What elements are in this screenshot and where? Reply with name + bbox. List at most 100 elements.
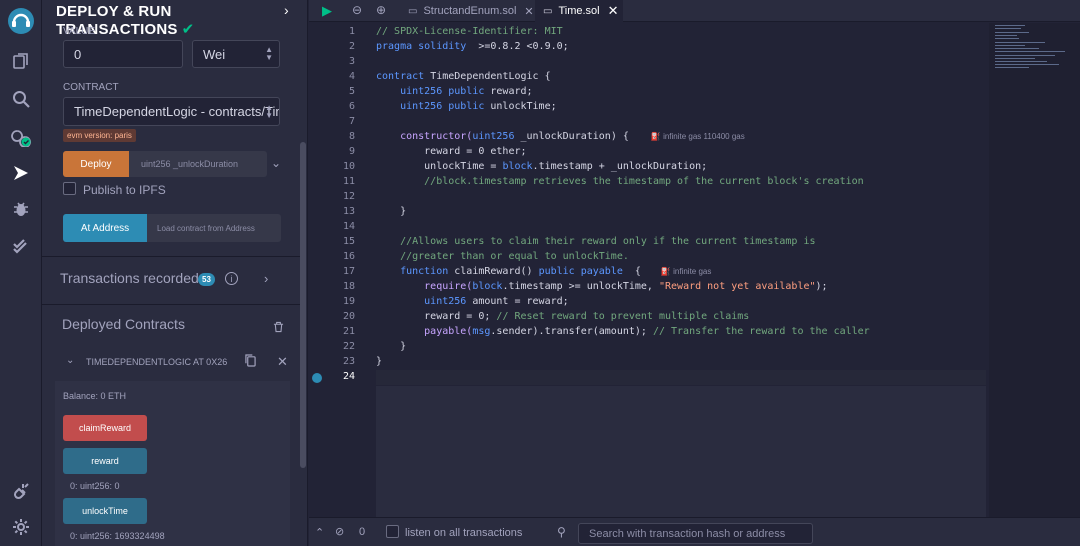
code-line[interactable]: reward = 0 ether; — [376, 146, 526, 157]
code-line[interactable]: payable(msg.sender).transfer(amount); //… — [376, 326, 870, 337]
code-line[interactable]: // SPDX-License-Identifier: MIT — [376, 26, 563, 37]
chevron-down-icon[interactable]: ⌄ — [271, 156, 281, 170]
listen-all-checkbox[interactable] — [386, 525, 399, 538]
code-line[interactable]: unlockTime = block.timestamp + _unlockDu… — [376, 161, 707, 172]
line-number[interactable]: 7 — [309, 116, 355, 127]
collapse-terminal-icon[interactable]: ⌃ — [315, 526, 324, 539]
code-line[interactable]: function claimReward() public payable {⛽… — [376, 266, 711, 277]
minimap-line — [995, 67, 1029, 68]
trash-icon[interactable] — [273, 320, 284, 338]
line-number[interactable]: 16 — [309, 251, 355, 262]
zoom-in-icon[interactable]: ⊕ — [376, 3, 386, 17]
code-line[interactable]: pragma solidity >=0.8.2 <0.9.0; — [376, 41, 569, 52]
unlock-time-button[interactable]: unlockTime — [63, 498, 147, 524]
copy-icon[interactable] — [245, 354, 256, 372]
line-number[interactable]: 2 — [309, 41, 355, 52]
plugin-manager-icon[interactable] — [8, 478, 34, 504]
line-number[interactable]: 4 — [309, 71, 355, 82]
chevron-right-icon[interactable]: › — [264, 271, 268, 286]
code-line[interactable]: } — [376, 341, 406, 352]
line-number[interactable]: 24 — [309, 371, 355, 382]
line-number[interactable]: 9 — [309, 146, 355, 157]
instance-header[interactable]: ⌄ TIMEDEPENDENTLOGIC AT 0X26 ✕ — [55, 343, 290, 381]
transactions-count-badge: 53 — [198, 273, 215, 286]
code-line[interactable]: uint256 amount = reward; — [376, 296, 569, 307]
info-icon[interactable]: i — [225, 272, 238, 285]
deployed-contracts-title: Deployed Contracts — [62, 316, 185, 332]
line-number[interactable]: 20 — [309, 311, 355, 322]
line-number[interactable]: 15 — [309, 236, 355, 247]
close-tab-icon[interactable]: ✕ — [608, 3, 619, 19]
gas-pump-icon: ⛽ — [650, 132, 664, 141]
code-line[interactable]: uint256 public unlockTime; — [376, 101, 557, 112]
close-tab-icon[interactable]: ✕ — [524, 5, 533, 18]
instance-balance: Balance: 0 ETH — [63, 391, 127, 401]
line-number[interactable]: 22 — [309, 341, 355, 352]
code-line[interactable]: //greater than or equal to unlockTime. — [376, 251, 629, 262]
line-number[interactable]: 18 — [309, 281, 355, 292]
line-number[interactable]: 21 — [309, 326, 355, 337]
close-icon[interactable]: ✕ — [277, 354, 288, 370]
minimap-line — [995, 55, 1055, 56]
editor-tab-bar: ▶ ⊖ ⊕ ▭ StructandEnum.sol ✕ ▭ Time.sol ✕ — [309, 0, 1080, 22]
line-number[interactable]: 1 — [309, 26, 355, 37]
run-icon[interactable]: ▶ — [322, 3, 332, 19]
tab-time-sol[interactable]: ▭ Time.sol ✕ — [535, 0, 623, 22]
panel-scrollbar[interactable] — [300, 142, 306, 468]
line-number[interactable]: 12 — [309, 191, 355, 202]
code-line[interactable]: } — [376, 206, 406, 217]
minimap-line — [995, 42, 1045, 43]
deploy-run-icon[interactable] — [8, 160, 34, 186]
code-line[interactable]: constructor(uint256 _unlockDuration) {⛽ … — [376, 131, 745, 142]
line-number[interactable]: 8 — [309, 131, 355, 142]
code-line[interactable]: contract TimeDependentLogic { — [376, 71, 551, 82]
testing-icon[interactable] — [8, 232, 34, 258]
line-number[interactable]: 10 — [309, 161, 355, 172]
file-explorer-icon[interactable] — [8, 48, 34, 74]
line-number[interactable]: 19 — [309, 296, 355, 307]
contract-select[interactable]: TimeDependentLogic - contracts/Tim ▲ ▼ — [63, 97, 280, 126]
tab-structandenum[interactable]: ▭ StructandEnum.sol ✕ — [400, 0, 534, 22]
zoom-out-icon[interactable]: ⊖ — [352, 3, 362, 17]
editor-empty-area[interactable] — [376, 386, 986, 517]
deploy-button[interactable]: Deploy — [63, 151, 129, 177]
code-line[interactable]: require(block.timestamp >= unlockTime, "… — [376, 281, 827, 292]
reward-button[interactable]: reward — [63, 448, 147, 474]
code-token: "Reward not yet available" — [658, 281, 816, 292]
transactions-recorded-title[interactable]: Transactions recorded — [60, 270, 199, 286]
chevron-right-icon[interactable]: › — [284, 2, 289, 18]
line-number[interactable]: 3 — [309, 56, 355, 67]
code-line[interactable]: reward = 0; // Reset reward to prevent m… — [376, 311, 749, 322]
line-number[interactable]: 23 — [309, 356, 355, 367]
code-line[interactable]: } — [376, 356, 382, 367]
search-icon[interactable] — [8, 86, 34, 112]
settings-gear-icon[interactable] — [8, 514, 34, 540]
unit-select[interactable]: Wei ▲ ▼ — [192, 40, 280, 68]
code-line[interactable]: uint256 public reward; — [376, 86, 532, 97]
line-number[interactable]: 17 — [309, 266, 355, 277]
compiler-icon[interactable] — [8, 124, 34, 150]
code-token: uint256 — [472, 131, 515, 142]
code-token: amount = reward; — [466, 296, 569, 307]
transaction-search-input[interactable]: Search with transaction hash or address — [578, 523, 813, 544]
code-line[interactable]: //Allows users to claim their reward onl… — [376, 236, 815, 247]
clear-console-icon[interactable]: ⊘ — [335, 525, 344, 538]
code-minimap[interactable] — [989, 23, 1080, 517]
deploy-argument-input[interactable]: uint256 _unlockDuration — [129, 151, 267, 177]
code-token: uint256 — [376, 296, 467, 307]
line-number[interactable]: 5 — [309, 86, 355, 97]
line-number[interactable]: 14 — [309, 221, 355, 232]
line-number[interactable]: 13 — [309, 206, 355, 217]
line-number[interactable]: 6 — [309, 101, 355, 112]
chevron-down-icon[interactable]: ⌄ — [66, 355, 74, 366]
code-line[interactable]: //block.timestamp retrieves the timestam… — [376, 176, 864, 187]
tab-label: Time.sol — [558, 5, 600, 17]
publish-ipfs-checkbox[interactable] — [63, 182, 76, 195]
at-address-button[interactable]: At Address — [63, 214, 147, 242]
claim-reward-button[interactable]: claimReward — [63, 415, 147, 441]
load-contract-address-input[interactable]: Load contract from Address — [147, 214, 281, 242]
line-number[interactable]: 11 — [309, 176, 355, 187]
debugger-icon[interactable] — [8, 196, 34, 222]
value-input[interactable]: 0 — [63, 40, 183, 68]
remix-logo-icon[interactable] — [6, 6, 36, 36]
